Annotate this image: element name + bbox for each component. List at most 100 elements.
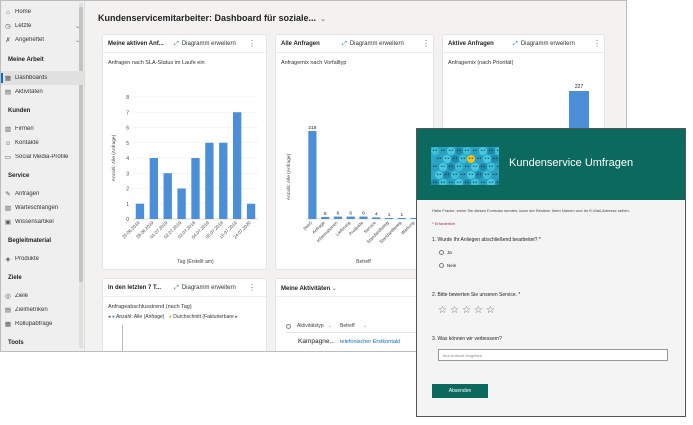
sidebar-item-anfragen[interactable]: ✎ Anfragen bbox=[1, 187, 84, 201]
target-icon: ◎ bbox=[5, 293, 11, 300]
smiley-eye bbox=[483, 181, 485, 183]
expand-icon: ⤢ bbox=[174, 41, 179, 47]
chevron-down-icon[interactable]: ⌄ bbox=[320, 16, 326, 23]
page-title[interactable]: Kundenservicemitarbeiter: Dashboard für … bbox=[98, 13, 326, 23]
smiley-face bbox=[463, 147, 471, 155]
column-activity-type[interactable]: Aktivitätstyp bbox=[297, 323, 324, 329]
smiley-eye bbox=[467, 165, 469, 167]
sidebar-item-home[interactable]: ⌂ Home bbox=[1, 5, 84, 19]
column-subject[interactable]: Betreff bbox=[340, 323, 355, 329]
smiley-eye bbox=[489, 149, 491, 151]
sidebar-item-dashboards[interactable]: ▦ Dashboards bbox=[1, 71, 84, 85]
sidebar-item-zielmetriken[interactable]: ▤ Zielmetriken bbox=[1, 303, 84, 317]
sidebar-item-social-media-profile[interactable]: ▭ Social Media-Profile bbox=[1, 150, 84, 164]
sidebar-item-angeheftet[interactable]: ✗ Angeheftet ⌄ bbox=[1, 33, 84, 47]
activity-subject-link[interactable]: telefonischer Erstkontakt bbox=[340, 339, 400, 345]
improvement-input[interactable]: Ihre Antwort eingeben bbox=[438, 349, 668, 361]
sidebar-item-warteschlangen[interactable]: ▧ Warteschlangen bbox=[1, 201, 84, 215]
sidebar-item-letzte[interactable]: ◷ Letzte ⌄ bbox=[1, 19, 84, 33]
smiley-face bbox=[455, 163, 463, 171]
star-icon[interactable]: ☆ bbox=[486, 305, 495, 316]
divider bbox=[103, 296, 266, 297]
sort-icon[interactable]: ⌄ bbox=[328, 323, 332, 329]
smiley-face bbox=[435, 155, 443, 163]
radio-yes[interactable] bbox=[439, 250, 444, 255]
y-tick-label: 5 bbox=[126, 141, 129, 147]
sidebar-item-label: Home bbox=[15, 9, 32, 15]
smiley-eye bbox=[443, 165, 445, 167]
sidebar-item-produkte[interactable]: ◈ Produkte bbox=[1, 252, 84, 266]
survey-form: Kundenservice Umfragen Hallo Fracke, wen… bbox=[416, 128, 686, 417]
bar bbox=[372, 217, 381, 219]
smiley-face bbox=[467, 171, 475, 179]
sidebar-item-ziele[interactable]: ◎ Ziele bbox=[1, 289, 84, 303]
smiley-eye bbox=[449, 181, 451, 183]
smiley-face bbox=[475, 155, 483, 163]
sidebar-item-rollupabfrage[interactable]: ▦ Rollupabfrage bbox=[1, 317, 84, 331]
card-title: Aktive Anfragen bbox=[448, 41, 494, 47]
smiley-eye bbox=[443, 181, 445, 183]
expand-chart-button[interactable]: ⤢ Diagramm erweitern bbox=[174, 285, 236, 292]
product-icon: ◈ bbox=[5, 256, 11, 263]
smiley-face bbox=[443, 155, 451, 163]
radio-no[interactable] bbox=[439, 263, 444, 268]
smiley-face bbox=[447, 163, 455, 171]
smiley-face bbox=[459, 171, 467, 179]
data-label: 4 bbox=[375, 211, 378, 217]
sidebar-item-label: Firmen bbox=[15, 126, 34, 132]
y-tick-label: 8 bbox=[126, 95, 129, 101]
bar bbox=[191, 158, 200, 219]
option-no-label[interactable]: Nein bbox=[447, 263, 456, 268]
smiley-eye bbox=[479, 157, 481, 159]
sidebar-item-label: Angeheftet bbox=[15, 37, 45, 43]
smiley-face bbox=[483, 171, 491, 179]
smiley-eye bbox=[445, 157, 447, 159]
smiley-eye bbox=[435, 181, 437, 183]
required-note: * Erforderlich bbox=[432, 221, 456, 226]
smiley-face bbox=[431, 147, 439, 155]
submit-button[interactable]: Absenden bbox=[432, 384, 488, 398]
expand-chart-button[interactable]: ⤢ Diagramm erweitern bbox=[513, 41, 575, 48]
sidebar-item-firmen[interactable]: ▥ Firmen bbox=[1, 122, 84, 136]
bar bbox=[384, 218, 394, 219]
smiley-eye bbox=[473, 149, 475, 151]
smiley-face bbox=[451, 155, 459, 163]
bar bbox=[177, 188, 186, 219]
star-icon[interactable]: ☆ bbox=[438, 305, 447, 316]
sidebar-item-label: Kontakte bbox=[15, 140, 39, 146]
sidebar-item-kontakte[interactable]: ☺ Kontakte bbox=[1, 136, 84, 150]
legend-next-icon[interactable]: ▸ bbox=[235, 314, 238, 320]
more-options-icon[interactable]: ⋮ bbox=[593, 39, 601, 48]
star-rating[interactable]: ☆ ☆ ☆ ☆ ☆ bbox=[438, 305, 495, 316]
expand-chart-button[interactable]: ⤢ Diagramm erweitern bbox=[174, 41, 236, 48]
sidebar-item-aktivitäten[interactable]: ▤ Aktivitäten bbox=[1, 85, 84, 99]
chevron-down-icon[interactable]: ⌄ bbox=[75, 23, 84, 30]
smiley-eye bbox=[475, 149, 477, 151]
chevron-down-icon[interactable]: ⌄ bbox=[75, 37, 84, 44]
company-icon: ▥ bbox=[4, 126, 12, 133]
smiley-eye bbox=[465, 181, 467, 183]
sort-icon[interactable]: ⌄ bbox=[363, 323, 367, 329]
data-label: 218 bbox=[308, 125, 316, 131]
card-title: In den letzten 7 T... bbox=[108, 285, 162, 291]
expand-chart-button[interactable]: ⤢ Diagramm erweitern bbox=[342, 41, 404, 48]
smiley-face bbox=[491, 155, 499, 163]
y-tick-label: 3 bbox=[126, 171, 129, 177]
question-3: 3. Was können wir verbessern? bbox=[432, 336, 502, 342]
more-options-icon[interactable]: ⋮ bbox=[422, 39, 430, 48]
star-icon[interactable]: ☆ bbox=[474, 305, 483, 316]
smiley-eye bbox=[469, 157, 471, 159]
card-title: Alle Anfragen bbox=[281, 41, 320, 47]
more-options-icon[interactable]: ⋮ bbox=[248, 39, 256, 48]
smiley-eye bbox=[477, 173, 479, 175]
chevron-down-icon[interactable]: ⌄ bbox=[332, 286, 337, 292]
legend-prev-icon[interactable]: ◂ bbox=[108, 314, 111, 320]
option-yes-label[interactable]: Ja bbox=[447, 250, 452, 255]
sidebar-item-wissensartikel[interactable]: ▣ Wissensartikel bbox=[1, 215, 84, 229]
data-label: 5 bbox=[324, 211, 327, 217]
more-options-icon[interactable]: ⋮ bbox=[248, 283, 256, 292]
sidebar-item-label: Aktivitäten bbox=[15, 89, 43, 95]
star-icon[interactable]: ☆ bbox=[450, 305, 459, 316]
star-icon[interactable]: ☆ bbox=[462, 305, 471, 316]
select-all-checkbox[interactable] bbox=[286, 324, 291, 329]
